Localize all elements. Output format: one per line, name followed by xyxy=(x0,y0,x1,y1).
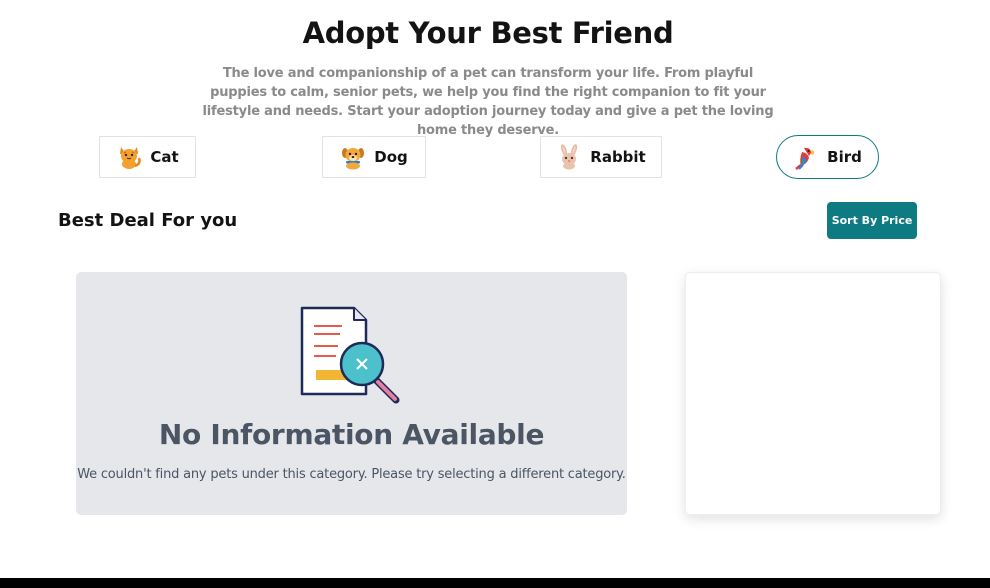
side-card xyxy=(685,272,941,515)
empty-state-description: We couldn't find any pets under this cat… xyxy=(77,467,626,482)
empty-state-panel: No Information Available We couldn't fin… xyxy=(76,272,627,515)
category-button-rabbit[interactable]: Rabbit xyxy=(540,136,662,178)
section-title: Best Deal For you xyxy=(58,210,238,231)
dog-icon xyxy=(340,144,366,170)
category-label-bird: Bird xyxy=(827,148,862,166)
category-label-rabbit: Rabbit xyxy=(590,148,646,166)
page-bottom-bar xyxy=(0,578,990,588)
sort-by-price-button[interactable]: Sort By Price xyxy=(827,202,917,239)
rabbit-icon xyxy=(556,144,582,170)
category-button-bird[interactable]: Bird xyxy=(776,135,879,179)
page-title: Adopt Your Best Friend xyxy=(302,16,674,50)
category-button-cat[interactable]: Cat xyxy=(99,136,196,178)
bird-icon xyxy=(793,144,819,170)
category-label-dog: Dog xyxy=(374,148,408,166)
page-subtitle: The love and companionship of a pet can … xyxy=(202,66,774,138)
document-search-not-found-icon xyxy=(300,306,404,404)
cat-icon xyxy=(116,144,142,170)
empty-state-title: No Information Available xyxy=(158,418,545,451)
category-button-dog[interactable]: Dog xyxy=(322,136,426,178)
category-label-cat: Cat xyxy=(150,148,179,166)
